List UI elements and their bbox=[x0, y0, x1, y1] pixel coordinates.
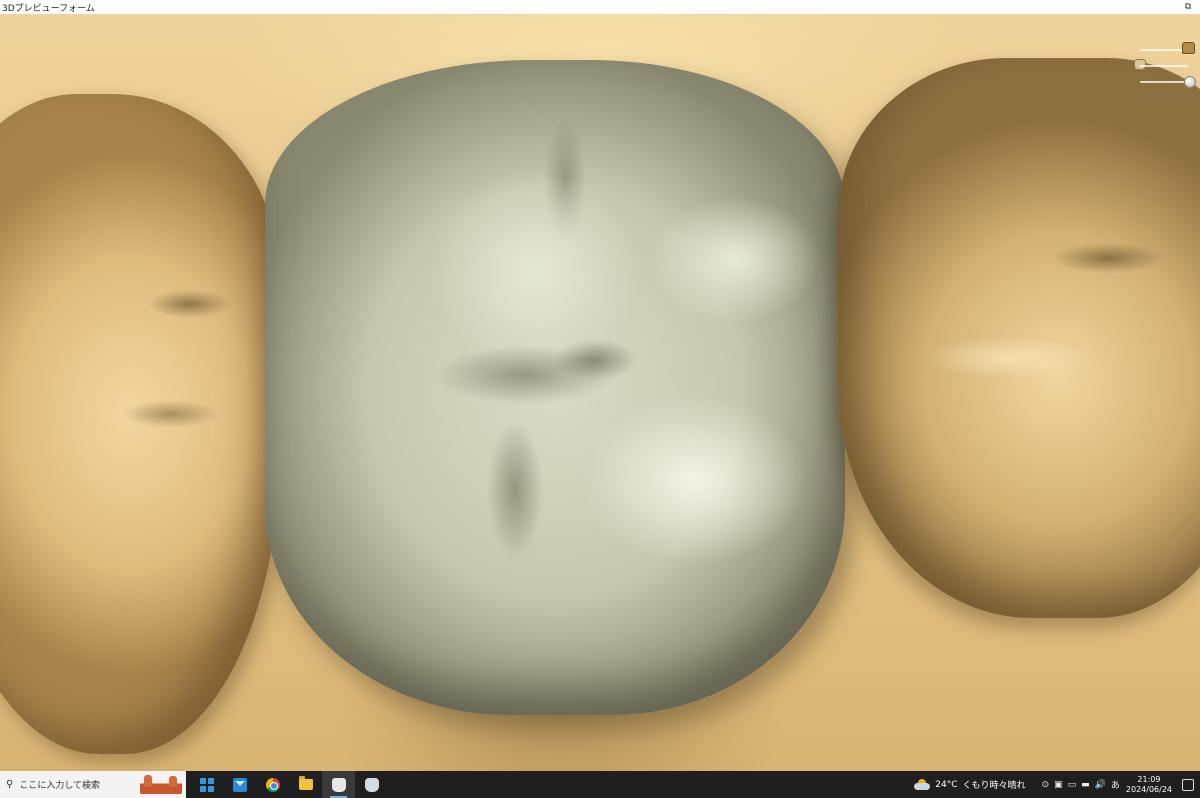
search-placeholder: ここに入力して検索 bbox=[19, 781, 101, 791]
model-opacity-slider[interactable] bbox=[1134, 58, 1196, 74]
chrome-icon bbox=[265, 777, 280, 792]
search-highlight-illustration[interactable] bbox=[140, 775, 182, 794]
meet-icon[interactable]: ⊙ bbox=[1042, 780, 1050, 790]
volume-icon[interactable]: 🔊 bbox=[1095, 780, 1106, 790]
zoom-slider[interactable] bbox=[1134, 74, 1196, 90]
battery-icon[interactable]: ▭ bbox=[1068, 780, 1077, 790]
mail-icon bbox=[232, 777, 247, 792]
search-input[interactable]: ⚲ ここに入力して検索 bbox=[0, 771, 186, 798]
dental-app-2-button[interactable] bbox=[355, 771, 388, 798]
view-controls bbox=[1134, 42, 1196, 90]
windows-icon bbox=[199, 777, 214, 792]
clock-time: 21:09 bbox=[1137, 774, 1161, 784]
3d-viewport[interactable] bbox=[0, 14, 1200, 771]
adjacent-tooth-left bbox=[0, 94, 280, 754]
title-bar: 3Dプレビューフォーム ⧉ bbox=[0, 0, 1200, 14]
tooth-icon bbox=[331, 777, 346, 792]
search-icon: ⚲ bbox=[6, 779, 14, 790]
network-icon[interactable]: ▬ bbox=[1081, 780, 1090, 790]
tray-icons: ⊙ ▣ ▭ ▬ 🔊 あ bbox=[1042, 778, 1120, 792]
dental-app-button[interactable] bbox=[322, 771, 355, 798]
clock[interactable]: 21:09 2024/06/24 bbox=[1126, 775, 1172, 795]
ime-icon[interactable]: あ bbox=[1111, 778, 1120, 791]
knob-icon[interactable] bbox=[1184, 76, 1196, 88]
restore-window-icon[interactable]: ⧉ bbox=[1182, 1, 1194, 13]
mail-button[interactable] bbox=[223, 771, 256, 798]
partly-cloudy-icon bbox=[914, 779, 931, 790]
notification-icon[interactable] bbox=[1182, 778, 1194, 791]
taskbar: ⚲ ここに入力して検索 24°C くもり時々晴れ ⊙ ▣ ▭ ▬ 🔊 あ 21:… bbox=[0, 771, 1200, 798]
crown-model[interactable] bbox=[265, 60, 845, 715]
weather-condition: くもり時々晴れ bbox=[962, 781, 1026, 791]
slider-track bbox=[1140, 81, 1188, 83]
explorer-button[interactable] bbox=[289, 771, 322, 798]
start-button[interactable] bbox=[190, 771, 223, 798]
chrome-button[interactable] bbox=[256, 771, 289, 798]
crown-icon[interactable] bbox=[1182, 42, 1195, 54]
app-tray-icon[interactable]: ▣ bbox=[1054, 780, 1063, 790]
tooth-icon bbox=[364, 777, 379, 792]
slider-track bbox=[1140, 49, 1188, 51]
system-tray: 24°C くもり時々晴れ ⊙ ▣ ▭ ▬ 🔊 あ 21:09 2024/06/2… bbox=[914, 771, 1200, 798]
clock-date: 2024/06/24 bbox=[1125, 784, 1172, 794]
adjacent-tooth-right bbox=[838, 58, 1200, 618]
window-title: 3Dプレビューフォーム bbox=[2, 3, 95, 14]
crown-opacity-slider[interactable] bbox=[1134, 42, 1196, 58]
taskbar-apps bbox=[190, 771, 388, 798]
slider-track bbox=[1140, 65, 1188, 67]
weather-widget[interactable]: 24°C くもり時々晴れ bbox=[914, 778, 1026, 791]
weather-temp: 24°C bbox=[935, 779, 958, 790]
folder-icon bbox=[298, 776, 313, 790]
